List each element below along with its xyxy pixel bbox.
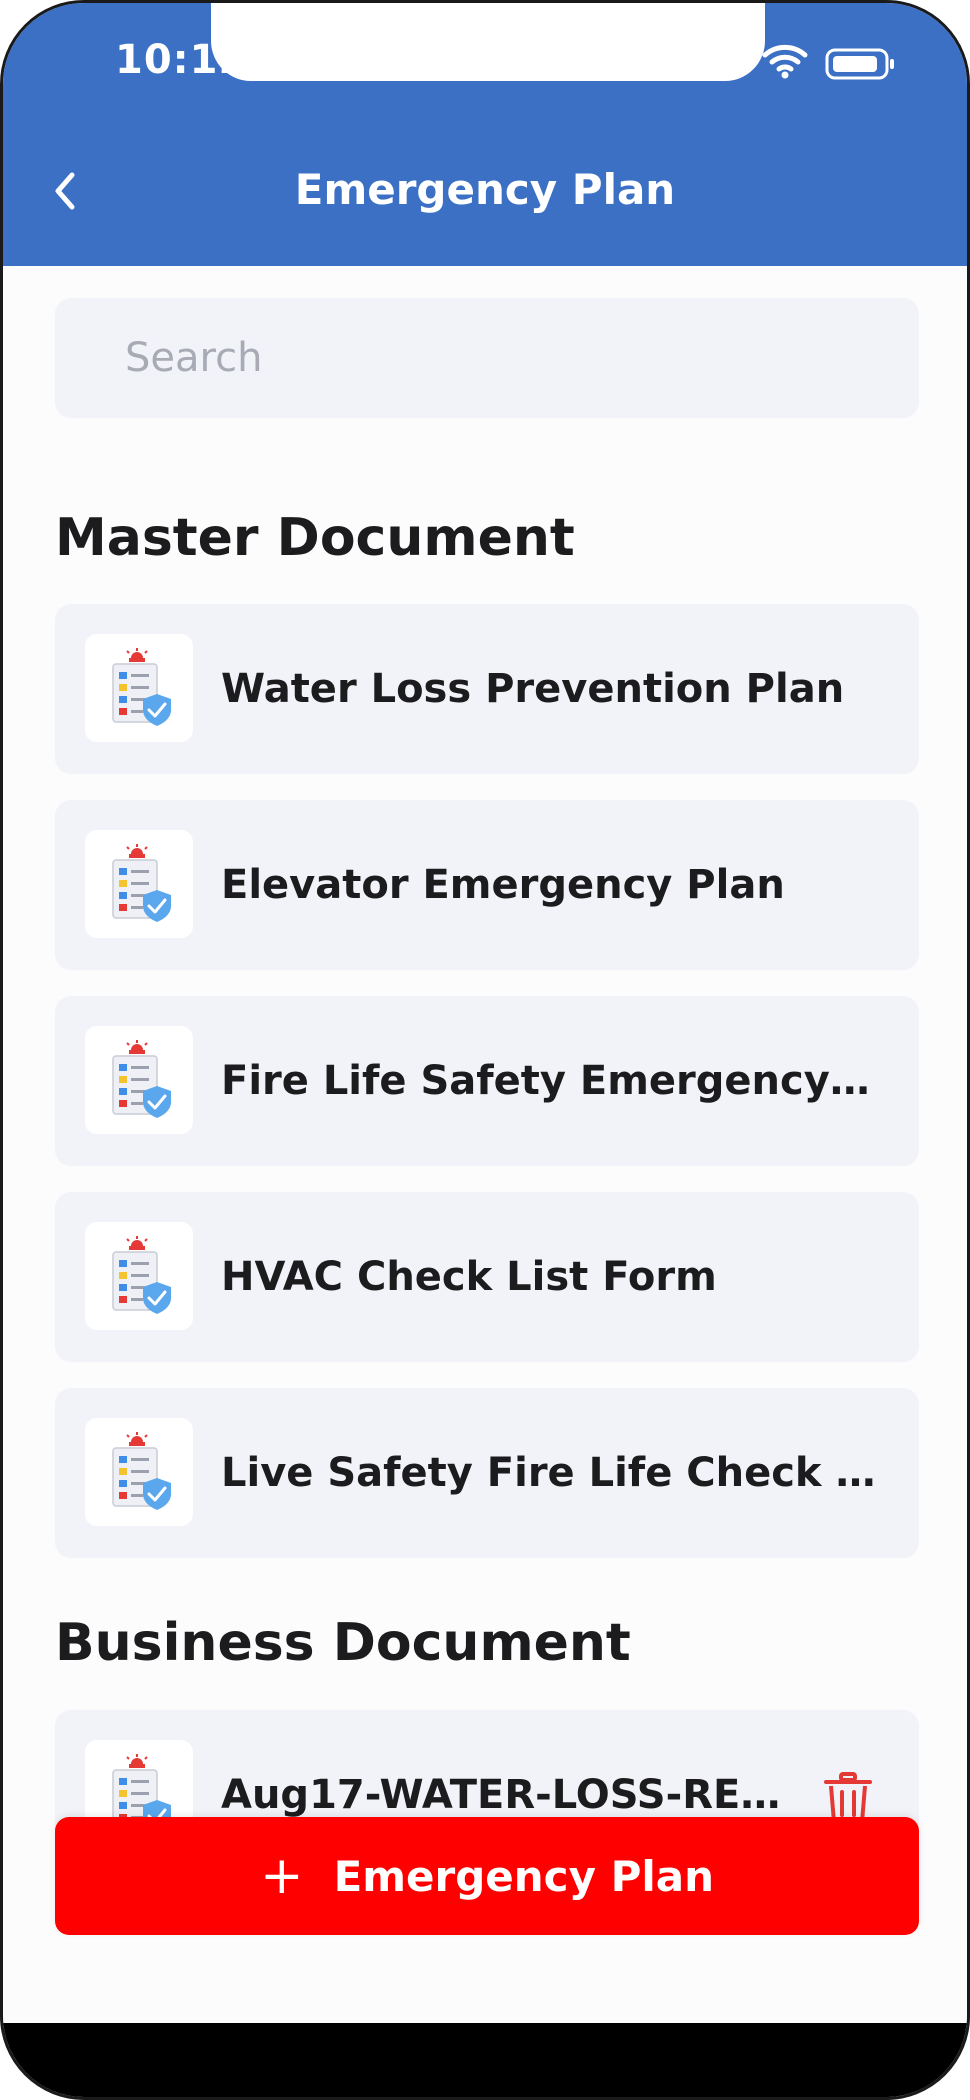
- add-button-label: Emergency Plan: [333, 1851, 714, 1901]
- home-indicator-area: [3, 2023, 967, 2097]
- page-title: Emergency Plan: [294, 165, 676, 214]
- master-document-heading: Master Document: [55, 508, 575, 568]
- device-notch: [211, 3, 765, 81]
- document-title: Live Safety Fire Life Check L…: [221, 1450, 881, 1496]
- document-card[interactable]: Water Loss Prevention Plan: [55, 604, 919, 774]
- document-title: HVAC Check List Form: [221, 1254, 717, 1300]
- document-title: Elevator Emergency Plan: [221, 862, 785, 908]
- emergency-document-icon: [85, 634, 193, 742]
- emergency-document-icon: [85, 830, 193, 938]
- plus-icon: +: [260, 1846, 304, 1906]
- emergency-document-icon: [85, 1026, 193, 1134]
- document-card[interactable]: Elevator Emergency Plan: [55, 800, 919, 970]
- battery-icon: [825, 48, 894, 80]
- document-card[interactable]: Live Safety Fire Life Check L…: [55, 1388, 919, 1558]
- emergency-document-icon: [85, 1222, 193, 1330]
- wifi-icon: [762, 44, 808, 79]
- document-card[interactable]: Fire Life Safety Emergency…: [55, 996, 919, 1166]
- document-title: Fire Life Safety Emergency…: [221, 1058, 870, 1104]
- add-emergency-plan-button[interactable]: + Emergency Plan: [55, 1817, 919, 1935]
- emergency-document-icon: [85, 1418, 193, 1526]
- business-document-heading: Business Document: [55, 1613, 631, 1673]
- document-card[interactable]: HVAC Check List Form: [55, 1192, 919, 1362]
- document-title: Water Loss Prevention Plan: [221, 666, 845, 712]
- phone-screen: 10:12 Emergency Plan Master Document Wat…: [0, 0, 970, 2100]
- search-input[interactable]: [55, 298, 919, 418]
